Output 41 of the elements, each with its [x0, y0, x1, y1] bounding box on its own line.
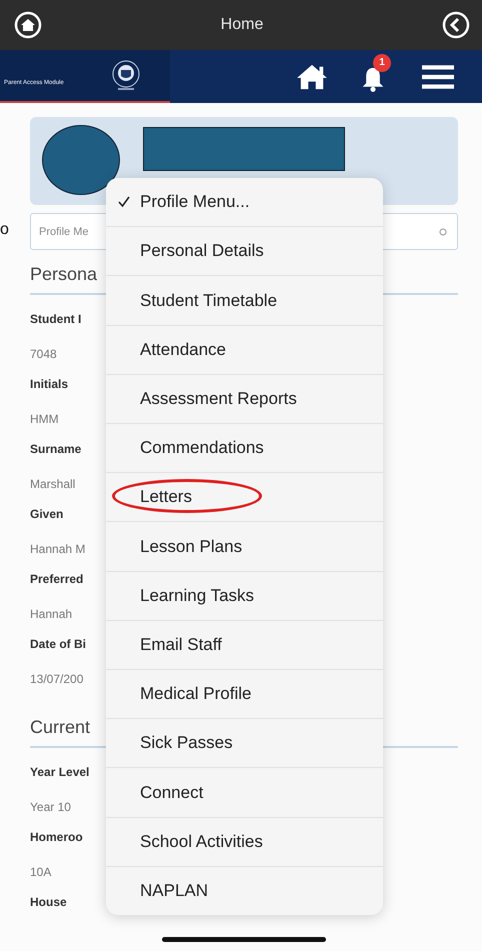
- field-label: Year Level: [30, 764, 90, 780]
- field-value: 13/07/200: [30, 671, 84, 687]
- menu-item[interactable]: Letters: [106, 473, 383, 522]
- home-icon[interactable]: [296, 62, 328, 90]
- field-label: Date of Bi: [30, 636, 86, 652]
- menu-icon[interactable]: [422, 62, 454, 90]
- menu-item[interactable]: Personal Details: [106, 227, 383, 276]
- menu-item[interactable]: Email Staff: [106, 620, 383, 670]
- field-label: Surname: [30, 441, 82, 457]
- field-value: 10A: [30, 864, 52, 880]
- menu-item[interactable]: NAPLAN: [106, 866, 383, 915]
- back-icon[interactable]: [442, 11, 470, 39]
- home-icon[interactable]: [14, 11, 42, 39]
- section-heading: Current: [30, 717, 92, 738]
- field-value: 7048: [30, 346, 57, 362]
- field-label: Preferred: [30, 571, 84, 587]
- field-label: Student I: [30, 311, 82, 327]
- menu-item[interactable]: Sick Passes: [106, 719, 383, 768]
- section-heading: Persona: [30, 264, 98, 285]
- menu-item[interactable]: Learning Tasks: [106, 572, 383, 621]
- page-title: Home: [220, 16, 264, 34]
- field-value: HMM: [30, 411, 59, 427]
- field-label: Initials: [30, 376, 68, 392]
- menu-item[interactable]: Connect: [106, 768, 383, 818]
- menu-item[interactable]: Medical Profile: [106, 670, 383, 720]
- field-value: Hannah M: [30, 541, 86, 557]
- field-label: House: [30, 894, 67, 910]
- field-label: Given: [30, 506, 64, 522]
- menu-item[interactable]: Attendance: [106, 326, 383, 375]
- menu-item[interactable]: Lesson Plans: [106, 522, 383, 572]
- menu-item[interactable]: Assessment Reports: [106, 374, 383, 424]
- field-value: Hannah: [30, 606, 72, 622]
- menu-item[interactable]: Commendations: [106, 424, 383, 474]
- field-label: Homeroo: [30, 829, 83, 845]
- menu-item[interactable]: Profile Menu...: [106, 178, 383, 228]
- menu-item[interactable]: School Activities: [106, 818, 383, 867]
- edge-text: o: [0, 222, 9, 238]
- field-value: Year 10: [30, 799, 71, 815]
- field-value: Marshall: [30, 476, 76, 492]
- notification-badge: 1: [373, 54, 391, 72]
- menu-item[interactable]: Student Timetable: [106, 276, 383, 326]
